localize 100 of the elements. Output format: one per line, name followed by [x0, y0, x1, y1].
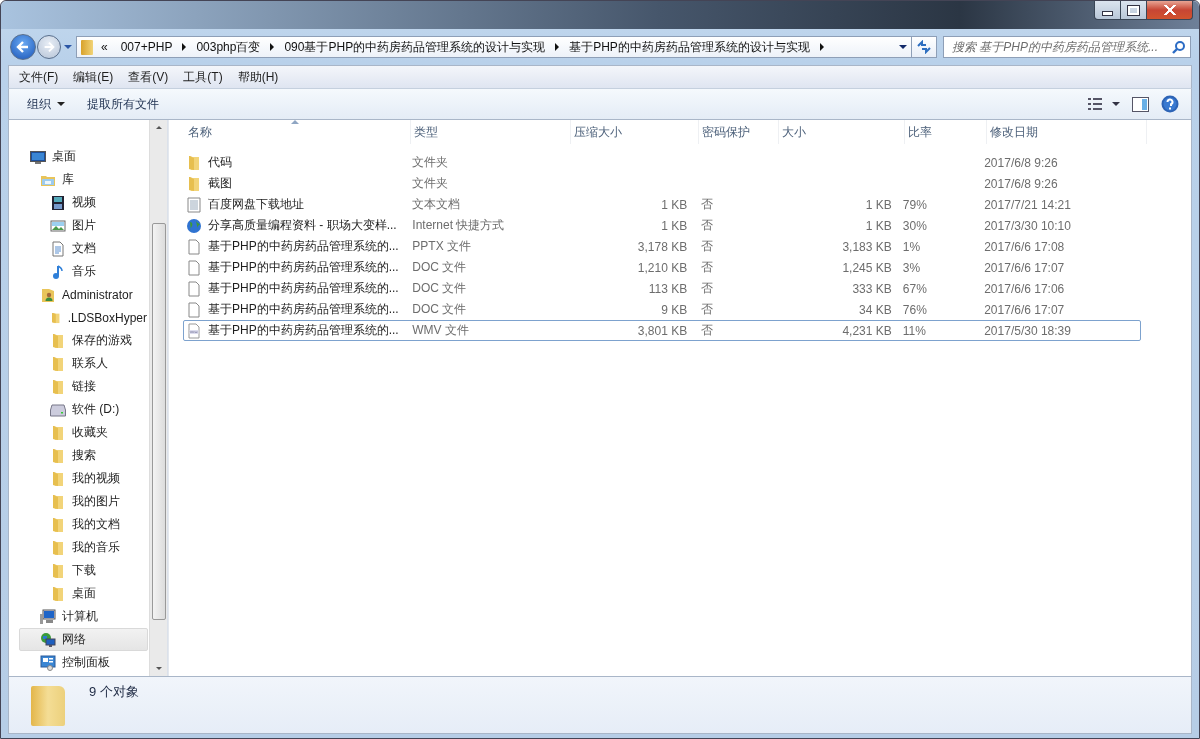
sidebar-item[interactable]: 我的音乐 [29, 536, 148, 559]
file-name: 代码 [208, 154, 232, 171]
menu-item[interactable]: 编辑(E) [63, 68, 119, 86]
separator-arrow-icon[interactable] [819, 43, 824, 51]
view-options-button[interactable] [1088, 98, 1120, 110]
sidebar-item[interactable]: 音乐 [29, 260, 148, 283]
file-name: 截图 [208, 175, 232, 192]
sidebar-item[interactable]: 保存的游戏 [29, 329, 148, 352]
file-name: 基于PHP的中药房药品管理系统的... [208, 322, 399, 339]
sidebar-item[interactable]: 图片 [29, 214, 148, 237]
file-icon [186, 280, 202, 297]
column-header[interactable]: 密码保护 [699, 120, 779, 144]
search-field[interactable]: 搜索 基于PHP的中药房药品管理系统... [943, 36, 1191, 58]
back-button[interactable] [10, 34, 36, 60]
breadcrumb-item[interactable]: 090基于PHP的中药房药品管理系统的设计与实现 [277, 38, 553, 56]
address-bar[interactable]: « 007+PHP 003php百变 090基于PHP的中药房药品管理系统的设计与实现 基于PHP的中药房药品管理系统的设计与实现 [76, 36, 912, 58]
sidebar-item[interactable]: 下载 [29, 559, 148, 582]
sidebar-item[interactable]: 软件 (D:) [29, 398, 148, 421]
table-cell: 否 [701, 238, 714, 255]
forward-button[interactable] [37, 35, 61, 59]
column-header[interactable]: 名称 [185, 120, 411, 144]
file-row[interactable]: 基于PHP的中药房药品管理系统的... DOC 文件 113 KB 否 333 KB 67% 2017/6/6 17:06 [183, 278, 1141, 299]
sidebar-item[interactable]: 搜索 [29, 444, 148, 467]
sidebar-item[interactable]: 联系人 [29, 352, 148, 375]
preview-pane-button[interactable] [1132, 96, 1149, 112]
separator-arrow-icon[interactable] [270, 43, 275, 51]
menu-item[interactable]: 帮助(H) [227, 68, 284, 86]
folder-icon [50, 585, 66, 602]
sidebar-item[interactable]: 链接 [29, 375, 148, 398]
maximize-button[interactable] [1121, 1, 1147, 20]
file-row[interactable]: 基于PHP的中药房药品管理系统的... DOC 文件 9 KB 否 34 KB 76% 2017/6/6 17:07 [183, 299, 1141, 320]
toolbar-button[interactable]: 组织 [9, 91, 75, 117]
sidebar-item[interactable]: 文档 [29, 237, 148, 260]
text-file-icon [186, 196, 202, 213]
sidebar-item[interactable]: 控制面板 [19, 651, 148, 674]
column-header[interactable]: 压缩大小 [571, 120, 699, 144]
close-button[interactable] [1147, 1, 1193, 20]
document-icon [50, 240, 66, 257]
refresh-button[interactable] [912, 36, 937, 58]
column-header[interactable]: 比率 [905, 120, 987, 144]
breadcrumb-item[interactable]: 基于PHP的中药房药品管理系统的设计与实现 [562, 38, 817, 56]
table-cell: 30% [902, 218, 927, 233]
table-cell: 9 KB [661, 302, 688, 317]
sidebar-item[interactable]: 收藏夹 [29, 421, 148, 444]
sidebar-item[interactable]: 库 [19, 168, 148, 191]
recent-pages-icon[interactable] [64, 45, 72, 49]
sidebar-item[interactable]: 桌面 [29, 582, 148, 605]
table-cell: 文件夹 [412, 154, 449, 171]
sidebar-item[interactable]: 我的文档 [29, 513, 148, 536]
file-row[interactable]: 基于PHP的中药房药品管理系统的... DOC 文件 1,210 KB 否 1,245 KB 3% 2017/6/6 17:07 [183, 257, 1141, 278]
overflow-chevron[interactable]: « [97, 40, 114, 54]
sidebar-item[interactable]: .LDSBoxHyper [29, 306, 148, 329]
file-row[interactable]: 截图 文件夹 2017/6/8 9:26 [183, 173, 1141, 194]
table-cell: 1 KB [661, 197, 688, 212]
folder-icon [81, 39, 93, 55]
help-button[interactable] [1161, 95, 1179, 113]
network-icon [40, 631, 56, 648]
breadcrumb-item[interactable]: 003php百变 [189, 38, 268, 56]
table-cell: 否 [701, 217, 714, 234]
menu-item[interactable]: 查看(V) [118, 68, 174, 86]
file-row[interactable]: 代码 文件夹 2017/6/8 9:26 [183, 152, 1141, 173]
sidebar-item[interactable]: 网络 [19, 628, 148, 651]
sidebar-item[interactable]: 视频 [29, 191, 148, 214]
dropdown-icon[interactable] [899, 45, 907, 49]
computer-icon [40, 608, 56, 625]
file-icon [186, 301, 202, 318]
file-name: 基于PHP的中药房药品管理系统的... [208, 259, 399, 276]
separator-arrow-icon[interactable] [555, 43, 560, 51]
sidebar-item[interactable]: 计算机 [19, 605, 148, 628]
menu-item[interactable]: 工具(T) [173, 68, 228, 86]
file-row[interactable]: 分享高质量编程资料 - 职场大变样... Internet 快捷方式 1 KB 否 1 KB 30% 2017/3/30 10:10 [183, 215, 1141, 236]
menu-item[interactable]: 文件(F) [9, 68, 64, 86]
table-cell: 4,231 KB [842, 323, 892, 338]
column-header[interactable]: 修改日期 [987, 120, 1147, 144]
table-cell: 否 [701, 322, 714, 339]
caret-icon[interactable] [57, 102, 65, 106]
sidebar-item[interactable]: 桌面 [9, 145, 148, 168]
refresh-icon [916, 40, 932, 54]
file-row[interactable]: 基于PHP的中药房药品管理系统的... PPTX 文件 3,178 KB 否 3,183 KB 1% 2017/6/6 17:08 [183, 236, 1141, 257]
column-header[interactable]: 大小 [779, 120, 905, 144]
file-name: 百度网盘下载地址 [208, 196, 304, 213]
column-header[interactable]: 类型 [411, 120, 571, 144]
folder-icon [50, 470, 66, 487]
table-cell: 1 KB [865, 218, 892, 233]
file-row[interactable]: 百度网盘下载地址 文本文档 1 KB 否 1 KB 79% 2017/7/21 14:21 [183, 194, 1141, 215]
toolbar-button[interactable]: 提取所有文件 [75, 91, 169, 117]
breadcrumb-item[interactable]: 007+PHP [113, 40, 180, 54]
film-icon [50, 194, 66, 211]
sidebar-item[interactable]: 我的视频 [29, 467, 148, 490]
table-cell: 否 [701, 280, 714, 297]
table-cell: 2017/6/8 9:26 [984, 176, 1058, 191]
table-cell: 否 [701, 259, 714, 276]
file-row[interactable]: 基于PHP的中药房药品管理系统的... WMV 文件 3,801 KB 否 4,231 KB 11% 2017/5/30 18:39 [183, 320, 1141, 341]
separator-arrow-icon[interactable] [182, 43, 187, 51]
scrollbar[interactable] [149, 120, 167, 676]
sidebar-item[interactable]: 我的图片 [29, 490, 148, 513]
user-folder-icon [40, 286, 56, 303]
minimize-button[interactable] [1094, 1, 1121, 20]
sidebar-item[interactable]: Administrator [19, 283, 148, 306]
table-cell: 79% [902, 197, 927, 212]
